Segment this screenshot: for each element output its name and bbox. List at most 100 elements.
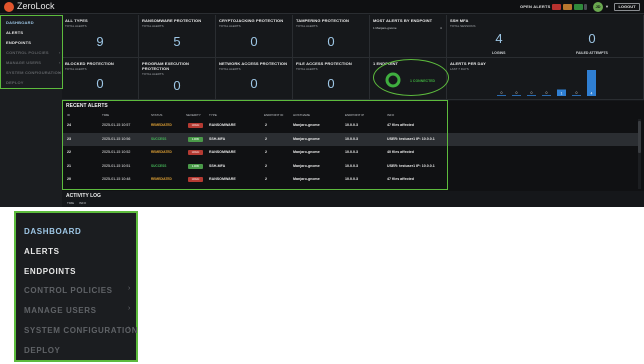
table-cell-endpoint-id: 2 — [265, 150, 267, 155]
sidebar-item-label: ALERTS — [6, 30, 24, 35]
user-avatar[interactable]: JD — [593, 2, 603, 12]
chart-bar[interactable] — [572, 95, 581, 96]
card-tampering-protection[interactable]: TAMPERING PROTECTION TOTAL ALERTS 0 — [293, 15, 370, 58]
sidebar-item-system-configuration[interactable]: SYSTEM CONFIGURATION › — [6, 70, 61, 75]
chart-bar[interactable] — [497, 95, 506, 96]
card-most-alerts-by-endpoint[interactable]: MOST ALERTS BY ENDPOINT 1 Manjaro-gnome … — [370, 15, 447, 58]
card-program-execution-protection[interactable]: PROGRAM EXECUTION PROTECTION TOTAL ALERT… — [139, 58, 216, 100]
column-header[interactable]: INFO — [79, 201, 86, 205]
card-subtitle: TOTAL ALERTS — [142, 72, 164, 76]
column-header[interactable]: ENDPOINT IP — [345, 113, 364, 117]
open-alerts-high-badge[interactable] — [552, 4, 561, 10]
table-cell-id: 24 — [67, 123, 71, 127]
card-title: BLOCKED PROTECTION — [65, 61, 114, 66]
sidebar-item-dashboard[interactable]: DASHBOARD — [6, 20, 34, 25]
table-row[interactable]: 21 2025-01-15 10:51 SUCCESS SSH-MFA 2 Manjaro… — [62, 160, 640, 174]
chart-data-label: 0 — [546, 91, 548, 95]
table-cell-id: 21 — [67, 163, 71, 168]
card-endpoints[interactable]: 1 ENDPOINT 1 CONNECTED — [370, 58, 447, 100]
scrollbar-thumb[interactable] — [638, 121, 641, 153]
sidebar-zoom-callout: DASHBOARD ALERTS ENDPOINTS CONTROL POLIC… — [14, 211, 138, 362]
open-alerts-medium-badge[interactable] — [563, 4, 572, 10]
table-cell-endpoint-id: 2 — [265, 123, 267, 127]
card-all-types[interactable]: ALL TYPES TOTAL ALERTS 9 — [62, 15, 139, 58]
open-alerts-label: OPEN ALERTS — [520, 4, 551, 9]
column-header[interactable]: INFO — [387, 113, 394, 117]
column-header[interactable]: HOSTNAME — [293, 113, 310, 117]
table-cell-hostname: Manjaro-gnome — [293, 163, 320, 168]
card-cryptojacking-protection[interactable]: CRYPTOJACKING PROTECTION TOTAL ALERTS 0 — [216, 15, 293, 58]
table-cell-info: USER: testuser1 IP: 10.0.0.1 — [387, 163, 435, 168]
chart-bar[interactable] — [542, 95, 551, 96]
severity-badge: LOW — [188, 136, 203, 142]
card-value: 5 — [173, 34, 181, 49]
table-cell-ip: 10.0.0.3 — [345, 123, 358, 127]
chart-data-label: 1 — [561, 92, 563, 96]
table-row[interactable]: 20 2025-01-15 10:48 REMEDIATED RANSOMWARE 2 M… — [62, 173, 640, 187]
table-cell-endpoint-id: 2 — [265, 163, 267, 168]
zoom-sidebar-item-system-configuration[interactable]: SYSTEM CONFIGURATION — [24, 326, 138, 335]
column-header[interactable]: SEVERITY — [186, 113, 201, 117]
column-header[interactable]: TIME — [102, 113, 109, 117]
table-cell-hostname: Manjaro-gnome — [293, 136, 320, 141]
table-cell-time: 2025-01-15 10:51 — [102, 163, 131, 168]
card-title: CRYPTOJACKING PROTECTION — [219, 18, 284, 23]
table-cell-ip: 10.0.0.3 — [345, 150, 358, 155]
table-row[interactable]: 23 2025-01-15 10:56 SUCCESS SSH-MFA 2 Manjaro… — [62, 132, 640, 147]
sidebar-item-manage-users[interactable]: MANAGE USERS › — [6, 60, 60, 65]
table-cell-type: RANSOMWARE — [209, 177, 236, 182]
chart-bar[interactable] — [512, 95, 521, 96]
table-cell-status: SUCCESS — [151, 136, 167, 141]
column-header[interactable]: STATUS — [151, 113, 162, 117]
table-cell-hostname: Manjaro-gnome — [293, 123, 320, 127]
table-row[interactable]: 24 2025-01-15 10:57 REMEDIATED RANSOMWARE 2 M… — [62, 119, 640, 133]
card-subtitle: TOTAL ALERTS — [142, 24, 164, 28]
zoom-sidebar-item-deploy[interactable]: DEPLOY — [24, 346, 61, 355]
table-cell-hostname: Manjaro-gnome — [293, 177, 320, 182]
sidebar: DASHBOARD ALERTS ENDPOINTS CONTROL POLIC… — [0, 15, 62, 207]
card-ransomware-protection[interactable]: RANSOMWARE PROTECTION TOTAL ALERTS 5 — [139, 15, 216, 58]
chart-data-label: 0 — [531, 91, 533, 95]
chevron-down-icon[interactable]: ▼ — [605, 4, 609, 9]
card-blocked-protection[interactable]: BLOCKED PROTECTION TOTAL ALERTS 0 — [62, 58, 139, 100]
table-cell-id: 22 — [67, 150, 71, 155]
card-title: ALL TYPES — [65, 18, 88, 23]
card-network-access-protection[interactable]: NETWORK ACCESS PROTECTION TOTAL ALERTS 0 — [216, 58, 293, 100]
sidebar-item-endpoints[interactable]: ENDPOINTS — [6, 40, 31, 45]
table-row[interactable]: 22 2025-01-15 10:52 REMEDIATED RANSOMWARE 2 M… — [62, 146, 640, 160]
top-bar: ZeroLock OPEN ALERTS JD ▼ LOGOUT — [0, 0, 644, 14]
zoom-sidebar-item-control-policies[interactable]: CONTROL POLICIES — [24, 286, 113, 295]
card-subtitle: TOTAL ALERTS — [296, 24, 318, 28]
zoom-sidebar-item-manage-users[interactable]: MANAGE USERS — [24, 306, 97, 315]
sidebar-item-label: MANAGE USERS — [6, 60, 42, 65]
card-title: TAMPERING PROTECTION — [296, 18, 350, 23]
card-alerts-per-day[interactable]: ALERTS PER DAY LAST 7 DAYS 0000104 — [447, 58, 644, 100]
zoom-sidebar-item-dashboard[interactable]: DASHBOARD — [24, 227, 81, 236]
table-cell-status: REMEDIATED — [151, 150, 172, 155]
chevron-right-icon: › — [128, 285, 131, 292]
column-header[interactable]: TYPE — [209, 113, 217, 117]
severity-badge: HIGH — [188, 150, 203, 156]
chart-bar[interactable] — [527, 95, 536, 96]
zoom-sidebar-item-endpoints[interactable]: ENDPOINTS — [24, 267, 76, 276]
sidebar-item-deploy[interactable]: DEPLOY — [6, 80, 24, 85]
chevron-right-icon: › — [59, 50, 61, 55]
failed-attempts-label: FAILED ATTEMPTS — [576, 51, 608, 55]
sidebar-item-alerts[interactable]: ALERTS — [6, 30, 23, 35]
table-cell-hostname: Manjaro-gnome — [293, 150, 320, 155]
sidebar-item-label: CONTROL POLICIES — [6, 50, 49, 55]
card-ssh-mfa[interactable]: SSH MFA TOTAL SESSIONS 4 LOGINS 0 FAILED… — [447, 15, 644, 58]
logout-button[interactable]: LOGOUT — [614, 3, 640, 11]
column-header[interactable]: ENDPOINT ID — [264, 113, 283, 117]
logins-label: LOGINS — [492, 51, 506, 55]
severity-badge: HIGH — [188, 123, 203, 128]
sidebar-item-control-policies[interactable]: CONTROL POLICIES › — [6, 50, 60, 55]
table-cell-status: REMEDIATED — [151, 123, 172, 127]
card-file-access-protection[interactable]: FILE ACCESS PROTECTION TOTAL ALERTS 0 — [293, 58, 370, 100]
zoom-sidebar-item-alerts[interactable]: ALERTS — [24, 247, 60, 256]
column-header[interactable]: ID — [67, 113, 70, 117]
column-header[interactable]: TIME — [67, 201, 74, 205]
open-alerts-divider — [584, 4, 587, 10]
open-alerts-low-badge[interactable] — [574, 4, 583, 10]
table-scrollbar[interactable] — [638, 119, 641, 189]
